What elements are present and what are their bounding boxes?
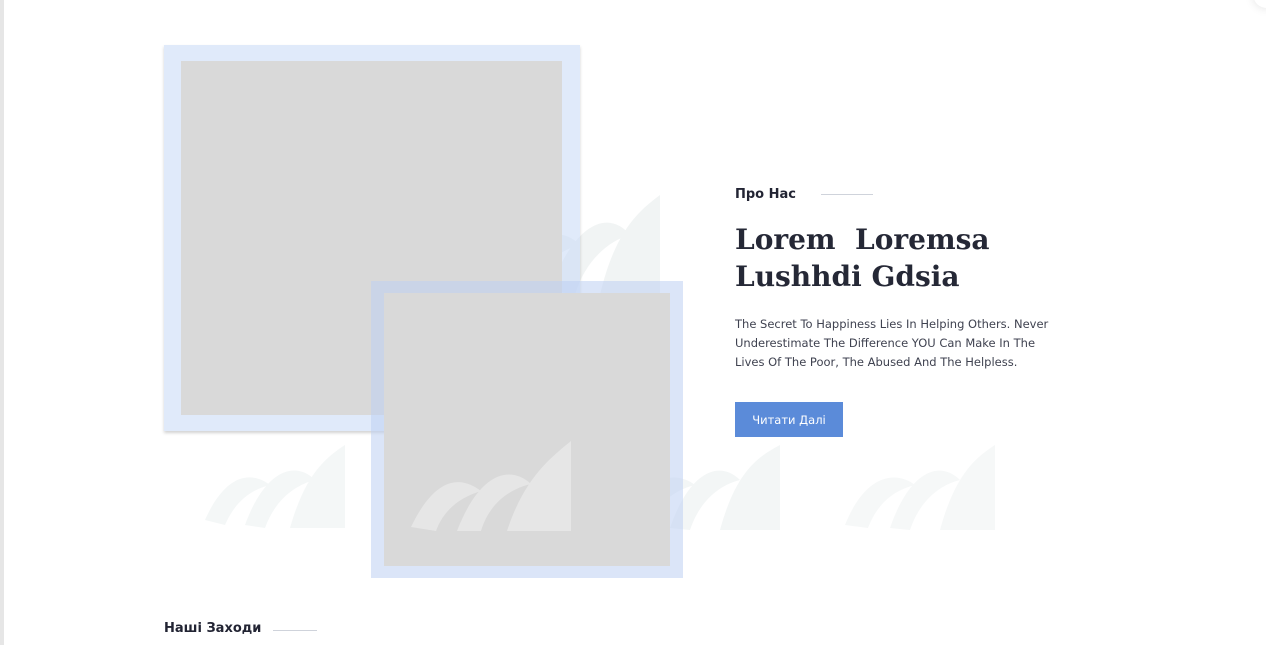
page: Про Нас Lorem Loremsa Lushhdi Gdsia The … xyxy=(0,0,1266,645)
about-image-small xyxy=(384,293,670,566)
about-eyebrow-row: Про Нас xyxy=(735,185,1095,203)
about-image-frame-small xyxy=(371,281,683,578)
image-placeholder-icon xyxy=(411,441,571,531)
read-more-button[interactable]: Читати Далі xyxy=(735,402,843,437)
events-divider xyxy=(273,629,318,631)
about-title: Lorem Loremsa Lushhdi Gdsia xyxy=(735,223,1000,293)
eyebrow-divider xyxy=(821,193,874,195)
about-eyebrow: Про Нас xyxy=(735,186,797,202)
about-description: The Secret To Happiness Lies In Helping … xyxy=(735,317,1049,369)
events-heading: Наші Заходи xyxy=(164,620,262,636)
leaf-decoration-icon xyxy=(845,445,995,530)
left-edge-strip xyxy=(0,0,4,645)
corner-shadow xyxy=(1254,0,1266,8)
events-heading-row: Наші Заходи xyxy=(164,619,318,637)
about-section: Про Нас Lorem Loremsa Lushhdi Gdsia The … xyxy=(735,185,1095,437)
leaf-decoration-icon xyxy=(205,445,345,528)
